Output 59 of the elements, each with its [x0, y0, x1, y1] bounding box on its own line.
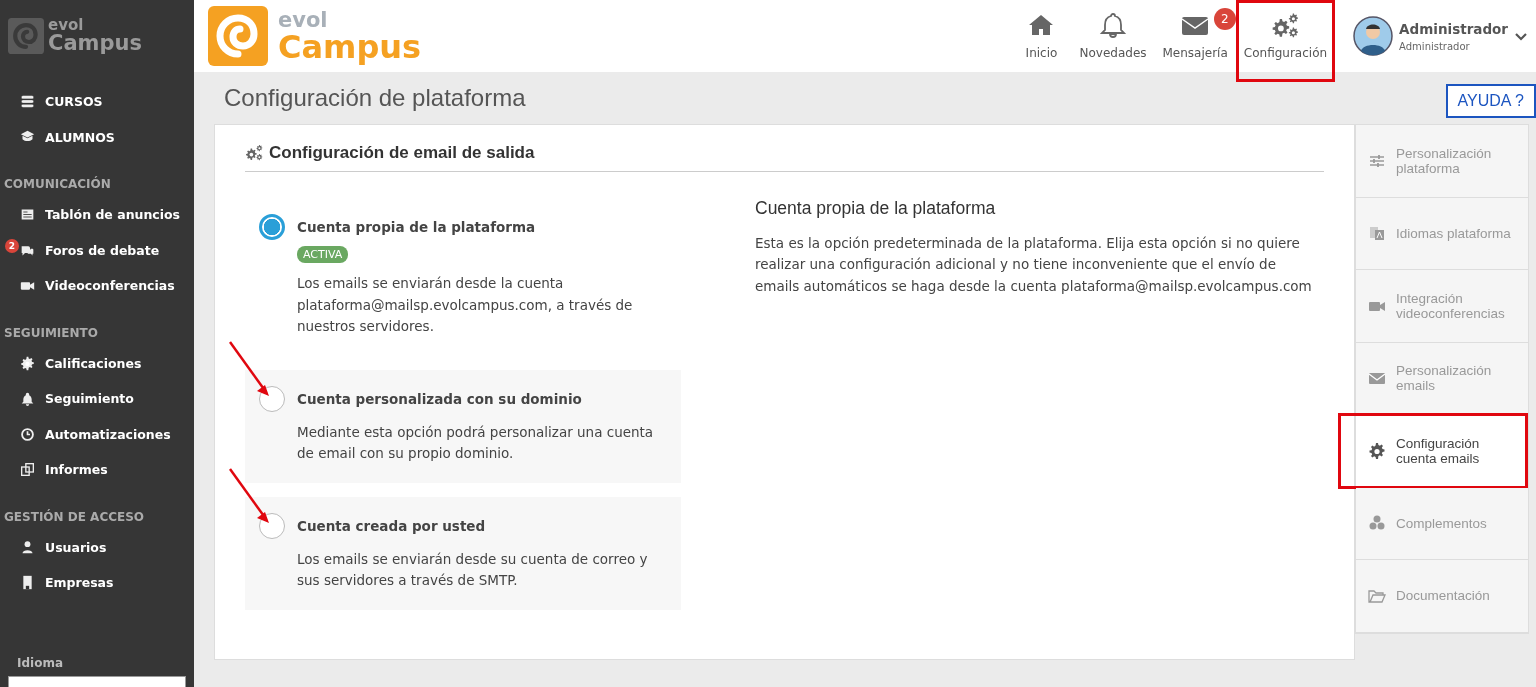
logo-text: evol	[48, 18, 85, 33]
nav-item[interactable]: Mensajería 2	[1154, 0, 1236, 72]
radio-button[interactable]	[259, 385, 285, 412]
option-label: Cuenta propia de la plataforma	[297, 219, 537, 235]
copy-icon	[20, 462, 35, 478]
bell-icon	[1099, 12, 1127, 40]
detail-title: Cuenta propia de la plataforma	[755, 198, 997, 219]
option-description: Los emails se enviarán desde su cuenta de correo y sus servidores a través de SMTP.	[297, 549, 649, 590]
bell-icon	[20, 391, 35, 407]
logo-text: Campus	[48, 33, 142, 54]
sidebar-item[interactable]: Tablón de anuncios	[45, 207, 181, 223]
section-heading: GESTIÓN DE ACCESO	[3, 509, 146, 526]
language-select[interactable]	[8, 676, 186, 687]
sidebar-item[interactable]: ALUMNOS	[45, 129, 115, 145]
gears-icon	[1271, 12, 1300, 40]
sidebar-item[interactable]: Videoconferencias	[45, 278, 175, 294]
building-icon	[20, 575, 35, 591]
user-icon	[20, 539, 35, 555]
page-title: Configuración de plataforma	[224, 84, 526, 112]
gear-icon	[1368, 441, 1386, 460]
language-label: Idioma	[16, 656, 64, 672]
nav-item[interactable]: Configuración	[1235, 0, 1336, 82]
nav-item[interactable]: Inicio	[1011, 0, 1072, 72]
logo-text: evol	[278, 9, 329, 31]
section-heading: COMUNICACIÓN	[3, 177, 112, 193]
sidebar-item[interactable]: Foros de debate	[45, 242, 160, 258]
sidebar-item[interactable]: Empresas	[45, 575, 114, 591]
avatar-icon[interactable]	[1353, 16, 1394, 56]
gears-icon	[245, 144, 263, 162]
sidebar-item[interactable]: Seguimiento	[45, 391, 134, 407]
newspaper-icon	[20, 207, 35, 223]
user-name: Administrador	[1399, 20, 1508, 37]
help-button[interactable]: AYUDA ?	[1445, 84, 1536, 118]
sidebar-item[interactable]: Calificaciones	[45, 355, 142, 371]
database-icon	[20, 94, 35, 110]
radio-button[interactable]	[259, 214, 285, 240]
option-label: Cuenta personalizada con su dominio	[297, 390, 583, 407]
sidebar-item[interactable]: Usuarios	[45, 539, 107, 555]
card-title: Configuración de email de salida	[269, 143, 535, 163]
sidebar-item[interactable]: CURSOS	[45, 94, 103, 110]
clock-icon	[20, 426, 35, 442]
sidebar-item[interactable]: Automatizaciones	[45, 426, 171, 442]
option-label: Cuenta creada por usted	[297, 517, 487, 534]
count-badge: 2	[1213, 8, 1236, 30]
radio-button[interactable]	[259, 512, 285, 539]
section-heading: SEGUIMIENTO	[3, 325, 99, 342]
sidebar-item[interactable]: Informes	[45, 462, 108, 478]
logo-text: Campus	[278, 30, 422, 63]
option-description: Mediante esta opción podrá personalizar una cuenta de email con su propio dominio.	[297, 422, 655, 463]
status-badge: ACTIVA	[297, 246, 349, 263]
nav-item[interactable]: Novedades	[1071, 0, 1155, 72]
logo-icon	[8, 18, 44, 54]
logo-icon	[208, 6, 268, 66]
option-description: Los emails se enviarán desde la cuenta plataforma@mailsp.evolcampus.com, a través de nuestros servidores.	[297, 274, 634, 336]
gear-icon	[20, 355, 35, 371]
detail-text: Esta es la opción predeterminada de la plataforma. Elija esta opción si no quiere realizar una configuración adicional y no tiene inconveniente que el envío de emails automáticos se haga desde la cuenta plataforma@mailsp.evolcampus.com	[755, 233, 1313, 296]
translate-icon	[1368, 224, 1386, 243]
count-badge: 2	[5, 238, 19, 253]
user-role: Administrador	[1399, 40, 1471, 52]
